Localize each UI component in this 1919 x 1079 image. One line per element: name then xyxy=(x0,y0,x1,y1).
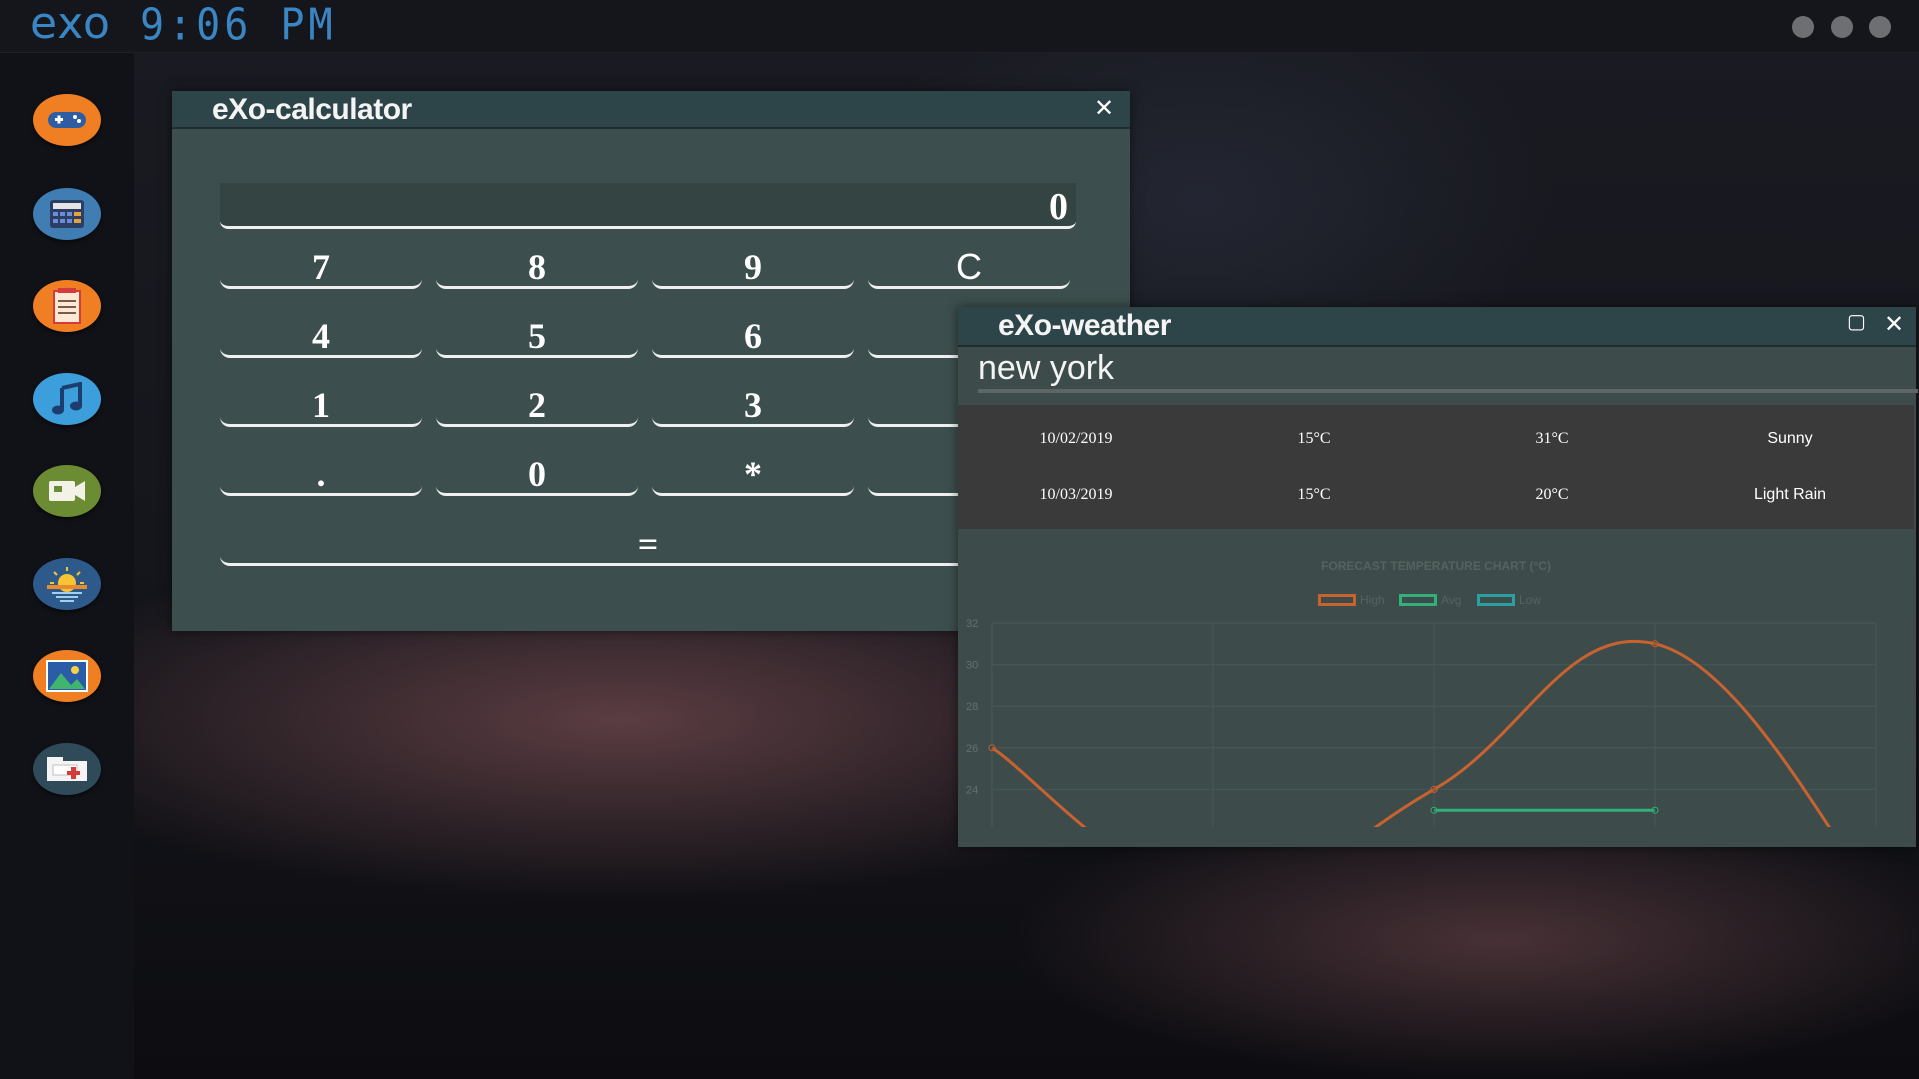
legend-swatch-low xyxy=(1477,594,1515,606)
weather-window: eXo-weather ▢ ✕ new york 10/02/2019 15°C… xyxy=(958,307,1918,847)
video-camera-icon[interactable] xyxy=(33,465,101,517)
forecast-date: 10/02/2019 xyxy=(1039,430,1113,447)
clock: 9:06 PM xyxy=(140,0,337,51)
key-decimal[interactable]: . xyxy=(220,453,422,496)
legend-swatch-avg xyxy=(1399,594,1437,606)
forecast-low: 15°C xyxy=(1297,486,1331,503)
close-icon[interactable]: ✕ xyxy=(1884,310,1904,339)
key-8[interactable]: 8 xyxy=(436,246,638,289)
forecast-high: 31°C xyxy=(1535,430,1569,447)
key-clear[interactable]: C xyxy=(868,246,1070,289)
legend-item-low[interactable]: Low xyxy=(1477,593,1541,607)
key-0[interactable]: 0 xyxy=(436,453,638,496)
weather-titlebar[interactable]: eXo-weather ▢ ✕ xyxy=(958,307,1916,347)
window-title: eXo-weather xyxy=(998,309,1171,342)
calculator-titlebar[interactable]: eXo-calculator ✕ xyxy=(172,91,1130,129)
y-tick-label: 22 xyxy=(966,826,978,827)
legend-label: Low xyxy=(1519,593,1542,607)
key-5[interactable]: 5 xyxy=(436,315,638,358)
app-dock xyxy=(0,53,134,1079)
file-manager-icon[interactable] xyxy=(33,743,101,795)
key-4[interactable]: 4 xyxy=(220,315,422,358)
table-row: 10/02/2019 15°C 31°C Sunny xyxy=(958,411,1914,467)
legend-item-avg[interactable]: Avg xyxy=(1399,593,1461,607)
legend-label: Avg xyxy=(1441,593,1462,607)
data-point[interactable] xyxy=(1651,806,1659,814)
key-6[interactable]: 6 xyxy=(652,315,854,358)
forecast-high: 20°C xyxy=(1535,486,1569,503)
image-gallery-icon[interactable] xyxy=(33,650,101,702)
data-point[interactable] xyxy=(1430,806,1438,814)
y-tick-label: 30 xyxy=(966,660,978,672)
forecast-temperature-chart: 32 30 28 26 24 22 xyxy=(966,618,1877,827)
key-9[interactable]: 9 xyxy=(652,246,854,289)
key-multiply[interactable]: * xyxy=(652,453,854,496)
y-tick-label: 28 xyxy=(966,701,978,713)
circle-control-icon[interactable] xyxy=(1869,16,1891,38)
maximize-icon[interactable]: ▢ xyxy=(1847,309,1866,334)
notepad-icon[interactable] xyxy=(33,280,101,332)
key-equals[interactable]: = xyxy=(220,523,1076,566)
window-title: eXo-calculator xyxy=(212,93,412,126)
exo-logo: exo xyxy=(30,0,111,49)
forecast-low: 15°C xyxy=(1297,430,1331,447)
y-tick-label: 32 xyxy=(966,618,978,630)
calculator-icon[interactable] xyxy=(33,188,101,240)
close-icon[interactable]: ✕ xyxy=(1094,94,1114,123)
top-bar: exo 9:06 PM xyxy=(0,0,1919,53)
circle-control-icon[interactable] xyxy=(1831,16,1853,38)
city-search-input[interactable]: new york xyxy=(978,349,1918,393)
y-tick-label: 24 xyxy=(966,784,978,796)
key-2[interactable]: 2 xyxy=(436,384,638,427)
calculator-display: 0 xyxy=(220,183,1076,229)
table-row: 10/03/2019 15°C 20°C Light Rain xyxy=(958,467,1914,523)
circle-control-icon[interactable] xyxy=(1792,16,1814,38)
y-tick-label: 26 xyxy=(966,743,978,755)
legend-label: High xyxy=(1360,593,1385,607)
forecast-table: 10/02/2019 15°C 31°C Sunny 10/03/2019 15… xyxy=(958,405,1914,529)
music-icon[interactable] xyxy=(33,373,101,425)
legend-item-high[interactable]: High xyxy=(1318,593,1385,607)
data-point[interactable] xyxy=(988,744,996,752)
forecast-date: 10/03/2019 xyxy=(1039,486,1113,503)
key-3[interactable]: 3 xyxy=(652,384,854,427)
forecast-condition: Light Rain xyxy=(1753,486,1827,503)
legend-swatch-high xyxy=(1318,594,1356,606)
data-point[interactable] xyxy=(1651,640,1659,648)
data-point[interactable] xyxy=(1430,785,1438,793)
chart-title: FORECAST TEMPERATURE CHART (°C) xyxy=(1321,559,1551,573)
key-1[interactable]: 1 xyxy=(220,384,422,427)
weather-sun-icon[interactable] xyxy=(33,558,101,610)
key-7[interactable]: 7 xyxy=(220,246,422,289)
forecast-condition: Sunny xyxy=(1767,430,1813,447)
gamepad-icon[interactable] xyxy=(33,94,101,146)
